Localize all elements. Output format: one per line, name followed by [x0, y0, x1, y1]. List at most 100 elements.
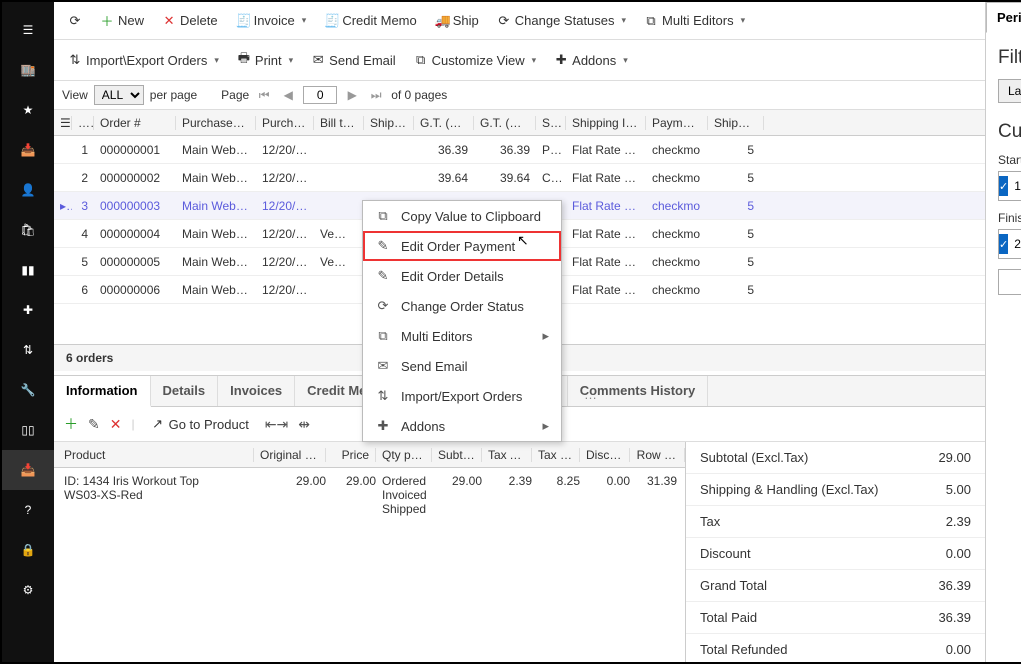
- ship-button[interactable]: 🚚Ship: [429, 10, 485, 32]
- store-icon[interactable]: 🏬: [2, 50, 54, 90]
- change-statuses-label: Change Statuses: [515, 13, 615, 28]
- bag-icon[interactable]: 🛍: [2, 210, 54, 250]
- subtotal-label: Subtotal (Excl.Tax): [700, 450, 808, 465]
- multi-editors-button[interactable]: ⧉Multi Editors: [638, 10, 751, 32]
- send-email-button[interactable]: ✉Send Email: [305, 49, 401, 71]
- pcol-discount[interactable]: Disco…: [580, 448, 630, 462]
- pcol-qty[interactable]: Qty p…: [376, 448, 432, 462]
- prev-page-button[interactable]: ◀: [279, 86, 297, 104]
- goto-product-button[interactable]: ↗Go to Product: [145, 413, 255, 435]
- col-purchased-date[interactable]: Purch…: [256, 116, 314, 130]
- finish-date-check-icon[interactable]: ✓: [999, 234, 1008, 254]
- ship-label: Ship: [453, 13, 479, 28]
- new-button[interactable]: ＋New: [94, 8, 150, 33]
- refresh-button[interactable]: ⟳: [62, 10, 88, 32]
- pcol-subtotal[interactable]: Subto…: [432, 448, 482, 462]
- multi-editors-icon: ⧉: [375, 328, 391, 344]
- pcol-tax-amt[interactable]: Tax A…: [482, 448, 532, 462]
- per-page-select[interactable]: ALL: [94, 85, 144, 105]
- tab-details[interactable]: Details: [151, 376, 219, 406]
- filter-title: Filter by Time Period: [998, 47, 1021, 69]
- menu-icon[interactable]: ☰: [2, 10, 54, 50]
- chart-icon[interactable]: ▮▮: [2, 250, 54, 290]
- import-export-button[interactable]: ⇅Import\Export Orders: [62, 49, 225, 71]
- col-purchased-on[interactable]: Purchased …: [176, 116, 256, 130]
- detail-collapse-button[interactable]: ⇤⇥: [265, 416, 288, 433]
- product-row[interactable]: ID: 1434 Iris Workout Top WS03-XS-Red 29…: [54, 468, 685, 522]
- col-bill-to[interactable]: Bill t…: [314, 116, 364, 130]
- star-icon[interactable]: ★: [2, 90, 54, 130]
- detail-add-button[interactable]: ＋: [64, 414, 78, 434]
- col-index[interactable]: …: [72, 116, 94, 130]
- col-order[interactable]: Order #: [94, 116, 176, 130]
- tab-invoices[interactable]: Invoices: [218, 376, 295, 406]
- user-icon[interactable]: 👤: [2, 170, 54, 210]
- multi-editors-icon: ⧉: [644, 13, 658, 29]
- last-page-button[interactable]: ⏭: [367, 86, 385, 104]
- email-icon: ✉: [311, 52, 325, 68]
- time-period-select[interactable]: Last 7 days: [998, 79, 1021, 103]
- col-status[interactable]: S…: [536, 116, 566, 130]
- pcol-tax-pct[interactable]: Tax P…: [532, 448, 580, 462]
- customize-view-button[interactable]: ⧉Customize View: [408, 49, 543, 71]
- puzzle-icon[interactable]: ✚: [2, 290, 54, 330]
- cm-edit-order-details[interactable]: ✎Edit Order Details: [363, 261, 561, 291]
- col-select[interactable]: ☰: [54, 116, 72, 130]
- table-row[interactable]: 1000000001Main Websit…12/20/2…36.3936.39…: [54, 136, 985, 164]
- finish-date-label: Finish date:: [998, 211, 1021, 225]
- col-gt-base[interactable]: G.T. (Base): [414, 116, 474, 130]
- print-button[interactable]: 🖶Print: [231, 46, 299, 74]
- col-shipping-method[interactable]: Shippin…: [708, 116, 764, 130]
- start-date-check-icon[interactable]: ✓: [999, 176, 1008, 196]
- start-date-input[interactable]: [1008, 176, 1021, 196]
- rp-tab-period[interactable]: Period: [986, 2, 1021, 33]
- wrench-icon[interactable]: 🔧: [2, 370, 54, 410]
- inbox-icon[interactable]: 📥: [2, 130, 54, 170]
- grand-total-label: Grand Total: [700, 578, 767, 593]
- cm-send-email[interactable]: ✉Send Email: [363, 351, 561, 381]
- email-icon: ✉: [375, 358, 391, 374]
- start-date-field[interactable]: ✓ 📅: [998, 171, 1021, 201]
- import-export-label: Import\Export Orders: [86, 53, 207, 68]
- cm-copy-value[interactable]: ⧉Copy Value to Clipboard: [363, 201, 561, 231]
- cm-edit-order-payment[interactable]: ✎Edit Order Payment: [363, 231, 561, 261]
- finish-date-input[interactable]: [1008, 234, 1021, 254]
- col-ship-to[interactable]: Ship …: [364, 116, 414, 130]
- cm-multi-editors[interactable]: ⧉Multi Editors: [363, 321, 561, 351]
- new-label: New: [118, 13, 144, 28]
- pcol-row-total[interactable]: Row …: [630, 448, 685, 462]
- help-icon[interactable]: ?: [2, 490, 54, 530]
- first-page-button[interactable]: ⏮: [255, 86, 273, 104]
- col-gt-purc[interactable]: G.T. (Purc…: [474, 116, 536, 130]
- change-statuses-button[interactable]: ⟳Change Statuses: [491, 10, 632, 32]
- layers-icon[interactable]: ▯▯: [2, 410, 54, 450]
- orders-icon[interactable]: 📥: [2, 450, 54, 490]
- pcol-product[interactable]: Product: [54, 448, 254, 462]
- credit-memo-button[interactable]: 🧾Credit Memo: [318, 10, 422, 32]
- lock-icon[interactable]: 🔒: [2, 530, 54, 570]
- next-page-button[interactable]: ▶: [343, 86, 361, 104]
- detail-split-button[interactable]: ⇹: [298, 416, 310, 433]
- finish-date-field[interactable]: ✓ 📅: [998, 229, 1021, 259]
- invoice-button[interactable]: 🧾Invoice: [230, 10, 313, 32]
- toolbar-row-2: ⇅Import\Export Orders 🖶Print ✉Send Email…: [54, 40, 985, 81]
- table-row[interactable]: 2000000002Main Websit…12/20/2…39.6439.64…: [54, 164, 985, 192]
- tab-information[interactable]: Information: [54, 376, 151, 407]
- col-payment[interactable]: Payme…: [646, 116, 708, 130]
- gear-icon[interactable]: ⚙: [2, 570, 54, 610]
- totals-panel: Subtotal (Excl.Tax)29.00 Shipping & Hand…: [685, 442, 985, 662]
- customize-icon: ⧉: [414, 52, 428, 68]
- detail-edit-button[interactable]: ✎: [88, 416, 100, 433]
- swap-icon[interactable]: ⇅: [2, 330, 54, 370]
- cm-import-export[interactable]: ⇅Import/Export Orders: [363, 381, 561, 411]
- detail-delete-button[interactable]: ✕: [110, 416, 122, 433]
- delete-button[interactable]: ✕Delete: [156, 10, 224, 32]
- cm-addons[interactable]: ✚Addons: [363, 411, 561, 441]
- addons-button[interactable]: ✚Addons: [548, 49, 634, 71]
- page-input[interactable]: [303, 86, 337, 104]
- col-shipping-info[interactable]: Shipping I…: [566, 116, 646, 130]
- cm-change-order-status[interactable]: ⟳Change Order Status: [363, 291, 561, 321]
- cancel-button[interactable]: ▾Cancel: [998, 269, 1021, 295]
- pcol-price[interactable]: Price: [326, 448, 376, 462]
- pcol-orig-price[interactable]: Original Pri…: [254, 448, 326, 462]
